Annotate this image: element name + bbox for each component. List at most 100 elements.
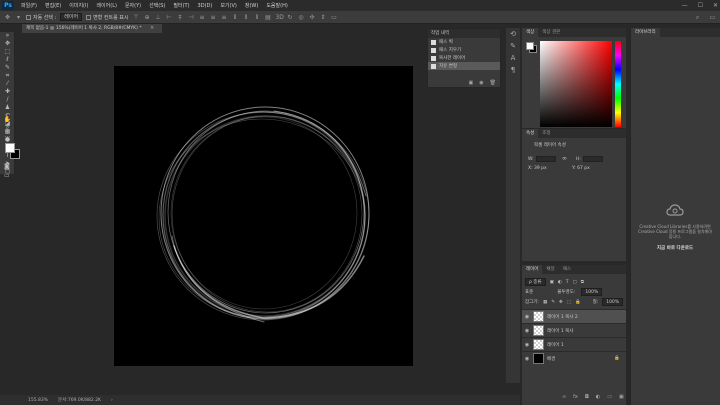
distribute-middle-icon[interactable]: ≡	[209, 14, 216, 21]
camera-icon[interactable]: ◉	[479, 80, 483, 86]
history-item[interactable]: 패스 획	[428, 38, 500, 46]
filter-pixel-icon[interactable]: ▣	[550, 280, 554, 285]
document-canvas[interactable]	[114, 66, 413, 366]
align-middle-icon[interactable]: ⊕	[143, 14, 150, 21]
more-tools-icon[interactable]: …	[0, 132, 15, 140]
menu-help[interactable]: 도움말(H)	[262, 2, 291, 9]
3d-slide-icon[interactable]: ⇕	[319, 14, 326, 21]
lock-paint-icon[interactable]: ✎	[551, 300, 555, 305]
history-item[interactable]: 패스 지우기	[428, 46, 500, 54]
chevron-down-icon[interactable]: ▾	[15, 14, 22, 21]
lock-position-icon[interactable]: ✥	[559, 300, 563, 305]
visibility-eye-icon[interactable]: ◉	[522, 328, 530, 334]
menu-image[interactable]: 이미지(I)	[65, 2, 92, 9]
history-icon[interactable]: ⟲	[506, 28, 520, 40]
history-item-selected[interactable]: 자유 변형	[428, 62, 500, 70]
layer-row-selected[interactable]: ◉ 레이어 1 복사 2	[522, 309, 626, 323]
minimize-button[interactable]: —	[682, 2, 688, 9]
tab-layers[interactable]: 레이어	[522, 265, 543, 274]
layer-row[interactable]: ◉ 레이어 1 복사	[522, 323, 626, 337]
y-field[interactable]: Y: 67 px	[572, 166, 590, 171]
3d-rotate-icon[interactable]: ↻	[286, 14, 293, 21]
brush-tool-icon[interactable]: ∕	[0, 96, 15, 104]
zoom-level[interactable]: 155.83%	[28, 398, 48, 403]
lock-pixels-icon[interactable]: ▦	[543, 300, 547, 305]
crop-tool-icon[interactable]: ⌗	[0, 72, 15, 80]
menu-window[interactable]: 창(W)	[241, 2, 262, 9]
maximize-button[interactable]: ☐	[698, 2, 703, 9]
link-icon[interactable]: ∞	[562, 155, 567, 162]
workspace-icon[interactable]: ▭	[709, 14, 716, 21]
visibility-eye-icon[interactable]: ◉	[522, 314, 530, 320]
filter-shape-icon[interactable]: ▢	[573, 280, 577, 285]
distribute-left-icon[interactable]: ⫴	[231, 14, 238, 21]
zoom-tool-icon[interactable]: ⌕	[0, 124, 15, 132]
document-tab[interactable]: 제목 없음-1 @ 156%(레이어 1 복사 2, RGB/8#/CMYK) …	[22, 24, 162, 33]
width-field[interactable]: W:	[528, 156, 556, 162]
distribute-center-icon[interactable]: ⫴	[242, 14, 249, 21]
layer-row-background[interactable]: ◉ 배경 🔒	[522, 351, 626, 365]
tab-adjustments[interactable]: 조정	[538, 129, 554, 138]
trash-icon[interactable]: 🗑	[490, 80, 496, 86]
hue-slider[interactable]	[615, 41, 621, 127]
color-foreground-swatch[interactable]	[526, 42, 534, 50]
distribute-bottom-icon[interactable]: ≡	[220, 14, 227, 21]
menu-select[interactable]: 선택(S)	[145, 2, 169, 9]
layer-row[interactable]: ◉ 레이어 1	[522, 337, 626, 351]
marquee-tool-icon[interactable]: ⬚	[0, 48, 15, 56]
new-document-icon[interactable]: ▣	[469, 80, 474, 86]
character-icon[interactable]: A	[506, 52, 520, 64]
adjustment-layer-icon[interactable]: ◐	[596, 394, 600, 400]
foreground-color-swatch[interactable]	[5, 143, 15, 153]
x-field[interactable]: X: 39 px	[528, 166, 547, 171]
tab-properties[interactable]: 속성	[522, 129, 539, 138]
new-layer-icon[interactable]: ▣	[619, 394, 624, 400]
transform-controls-checkbox[interactable]: 변형 컨트롤 표시	[86, 14, 128, 21]
3d-pan-icon[interactable]: ✣	[308, 14, 315, 21]
tab-color[interactable]: 색상	[522, 28, 539, 37]
tab-swatches[interactable]: 색상 견본	[538, 28, 564, 37]
menu-3d[interactable]: 3D(D)	[194, 3, 217, 9]
quick-select-tool-icon[interactable]: ✎	[0, 64, 15, 72]
filter-adjust-icon[interactable]: ◐	[558, 280, 562, 285]
close-window-button[interactable]: ✕	[713, 2, 718, 9]
tab-paths[interactable]: 패스	[559, 265, 575, 274]
search-icon[interactable]: ⌕	[694, 14, 701, 21]
lock-all-icon[interactable]: 🔒	[575, 300, 581, 305]
align-right-icon[interactable]: ⊣	[187, 14, 194, 21]
filter-smart-icon[interactable]: ⧉	[581, 279, 584, 285]
auto-align-icon[interactable]: ▤	[264, 14, 271, 21]
opacity-input[interactable]: 100%	[581, 288, 603, 296]
menu-view[interactable]: 보기(V)	[216, 2, 241, 9]
height-input[interactable]	[582, 156, 603, 162]
distribute-top-icon[interactable]: ≡	[198, 14, 205, 21]
healing-brush-tool-icon[interactable]: ✚	[0, 88, 15, 96]
screen-mode-icon[interactable]: ▭	[4, 172, 10, 179]
align-top-icon[interactable]: ⊤	[132, 14, 139, 21]
menu-edit[interactable]: 편집(E)	[41, 2, 65, 9]
auto-select-checkbox[interactable]: 자동 선택 :	[26, 14, 56, 21]
clone-stamp-tool-icon[interactable]: ♟	[0, 104, 15, 112]
link-layers-icon[interactable]: ∞	[562, 394, 566, 400]
eyedropper-tool-icon[interactable]: ⁄	[0, 80, 15, 88]
height-field[interactable]: H:	[576, 156, 603, 162]
tab-libraries[interactable]: 라이브러리	[631, 28, 660, 37]
distribute-right-icon[interactable]: ⫴	[253, 14, 260, 21]
3d-scale-icon[interactable]: ▭	[330, 14, 337, 21]
color-picker-field[interactable]	[540, 41, 612, 127]
download-link[interactable]: 지금 바로 다운로드	[636, 245, 714, 251]
quick-mask-icon[interactable]: ◙	[4, 163, 10, 170]
menu-filter[interactable]: 필터(T)	[169, 2, 193, 9]
status-menu-icon[interactable]: ›	[111, 398, 113, 403]
visibility-eye-icon[interactable]: ◉	[522, 356, 530, 362]
hand-tool-icon[interactable]: ✋	[0, 116, 15, 124]
new-group-icon[interactable]: ▭	[607, 394, 612, 400]
menu-type[interactable]: 문자(Y)	[121, 2, 145, 9]
fill-input[interactable]: 100%	[602, 298, 624, 306]
history-item[interactable]: 복사한 레이어	[428, 54, 500, 62]
menu-layer[interactable]: 레이어(L)	[92, 2, 121, 9]
layer-style-icon[interactable]: fx	[573, 394, 578, 400]
blend-mode-select[interactable]: 표준	[525, 289, 533, 295]
brush-presets-icon[interactable]: ✎	[506, 40, 520, 52]
width-input[interactable]	[535, 156, 556, 162]
